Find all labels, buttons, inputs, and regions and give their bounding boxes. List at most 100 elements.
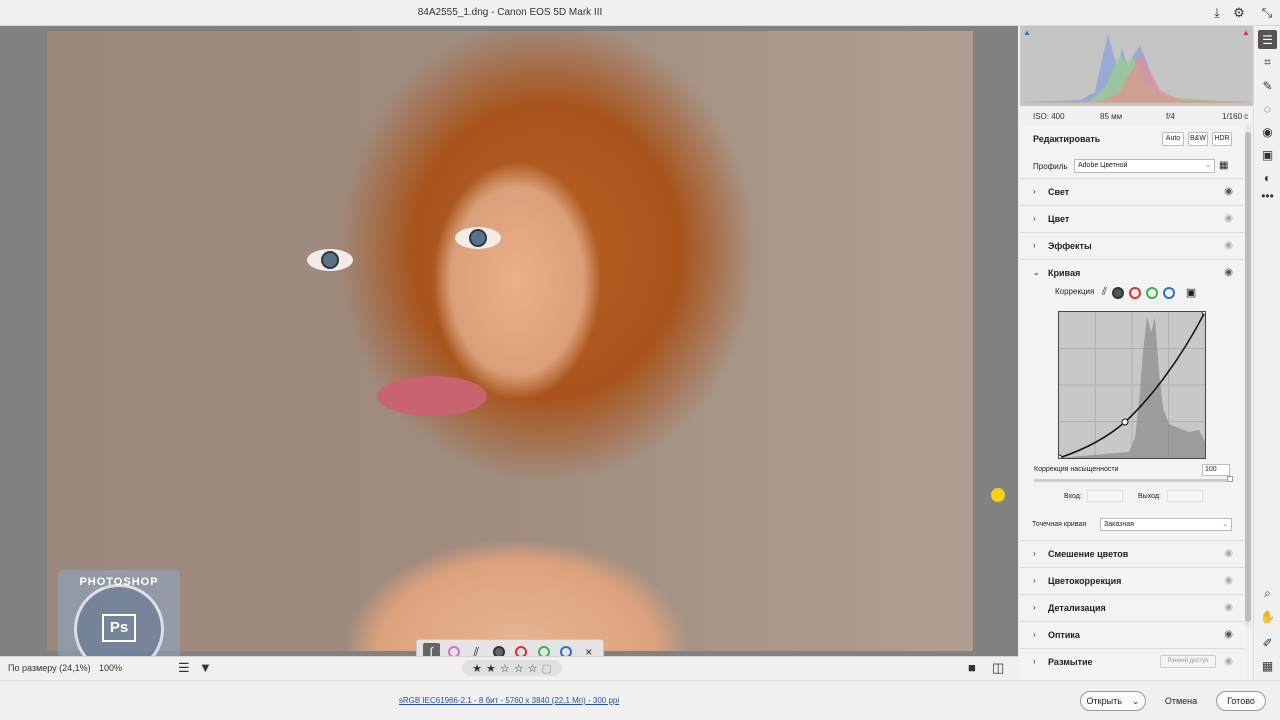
eye-icon[interactable]: ◉ (1224, 213, 1233, 224)
hdr-button[interactable]: HDR (1212, 132, 1232, 146)
section-color-grading[interactable]: › Цветокоррекция ◉ (1020, 567, 1245, 593)
snapshots-icon[interactable]: ▣ (1258, 145, 1277, 164)
eye-icon[interactable]: ◉ (1224, 656, 1233, 667)
section-light[interactable]: › Свет ◉ (1020, 178, 1245, 204)
section-detail[interactable]: › Детализация ◉ (1020, 594, 1245, 620)
chevron-right-icon: › (1033, 549, 1036, 558)
canvas-bottom-bar: По размеру (24,1%) 100% ☰ ▼ ★ ★ ☆ ☆ ☆ ▢ … (0, 656, 1018, 680)
star-rating[interactable]: ★ ★ ☆ ☆ ☆ ▢ (462, 660, 562, 676)
shadow-clipping-icon[interactable]: ▲ (1023, 28, 1031, 37)
filter-icon[interactable]: ▼ (199, 660, 212, 675)
blue-channel-icon[interactable] (1162, 286, 1175, 299)
star-icon[interactable]: ★ (486, 662, 496, 675)
profile-label: Профиль (1033, 162, 1068, 171)
healing-brush-icon[interactable]: ✎ (1258, 76, 1277, 95)
sort-icon[interactable]: ☰ (178, 660, 190, 676)
eye-icon[interactable]: ◉ (1224, 548, 1233, 559)
section-optics[interactable]: › Оптика ◉ (1020, 621, 1245, 647)
output-field[interactable] (1167, 490, 1203, 502)
point-curve-select[interactable]: Заказная ⌄ (1100, 518, 1232, 531)
edit-header: Редактировать Auto B&W HDR (1020, 126, 1245, 152)
cancel-button[interactable]: Отмена (1156, 691, 1206, 711)
curve-point[interactable] (1121, 418, 1129, 426)
more-icon[interactable]: ••• (1258, 186, 1277, 205)
zoom-fit-label[interactable]: По размеру (24,1%) (8, 663, 91, 673)
chevron-down-icon: ⌄ (1033, 268, 1040, 277)
window-title: 84A2555_1.dng - Canon EOS 5D Mark III (417, 7, 603, 18)
star-icon[interactable]: ☆ (528, 662, 538, 675)
presets-icon[interactable]: ◐ (1258, 168, 1277, 187)
lips (377, 376, 487, 416)
input-field[interactable] (1087, 490, 1123, 502)
hand-icon[interactable]: ✋ (1258, 607, 1277, 626)
chevron-right-icon: › (1033, 657, 1036, 666)
red-eye-icon[interactable]: ◉ (1258, 122, 1277, 141)
image-info-link[interactable]: sRGB IEC61966-2.1 - 8 бит - 5760 x 3840 … (0, 696, 1018, 705)
star-icon[interactable]: ★ (472, 662, 482, 675)
curve-panel: Коррекция ⫽ ▣ Коррекция насыщенности 100… (1020, 277, 1245, 539)
tone-curve-svg[interactable] (1055, 308, 1209, 462)
eye-icon[interactable]: ◉ (1224, 240, 1233, 251)
open-button[interactable]: Открыть ⌄ (1080, 691, 1146, 711)
minimize-view-icon[interactable]: ⤡ (1258, 4, 1276, 22)
single-view-icon[interactable]: ■ (968, 660, 976, 675)
red-channel-icon[interactable] (1128, 286, 1141, 299)
section-effects[interactable]: › Эффекты ◉ (1020, 232, 1245, 258)
tool-rail: ☰ ⌗ ✎ ◌ ◉ ▣ ◐ ••• ⌕ ✋ ✐ ▦ (1253, 26, 1280, 680)
eye-icon[interactable]: ◉ (1224, 575, 1233, 586)
status-bar: sRGB IEC61966-2.1 - 8 бит - 5760 x 3840 … (0, 680, 1280, 720)
eye-icon[interactable]: ◉ (1224, 186, 1233, 197)
zoom-level[interactable]: По размеру (24,1%) 100% (8, 663, 122, 673)
saturation-slider-handle[interactable] (1227, 476, 1233, 482)
trash-icon[interactable]: ▢ (541, 662, 551, 675)
camera-info: ISO: 400 85 мм f/4 1/160 с (1020, 108, 1253, 124)
chevron-right-icon: › (1033, 187, 1036, 196)
saturation-input[interactable]: 100 (1202, 464, 1230, 476)
edit-title: Редактировать (1033, 134, 1101, 144)
saturation-slider[interactable] (1034, 479, 1230, 482)
edit-sliders-icon[interactable]: ☰ (1258, 30, 1277, 49)
zoom-100-label[interactable]: 100% (99, 663, 122, 673)
compare-view-icon[interactable]: ◫ (992, 660, 1004, 676)
tone-curve-graph[interactable] (1055, 308, 1209, 462)
focal-length-value: 85 мм (1100, 112, 1123, 121)
highlight-clipping-icon[interactable]: ▲ (1242, 28, 1250, 37)
bw-button[interactable]: B&W (1188, 132, 1208, 146)
parametric-curve-icon[interactable]: ⫽ (1102, 286, 1107, 299)
target-adjust-icon[interactable]: ▣ (1186, 286, 1196, 299)
auto-button[interactable]: Auto (1162, 132, 1184, 146)
section-color-mixer[interactable]: › Смешение цветов ◉ (1020, 540, 1245, 566)
aperture-value: f/4 (1166, 112, 1175, 121)
curve-channel-selector: ⫽ ▣ (1102, 286, 1196, 299)
chevron-right-icon: › (1033, 630, 1036, 639)
crop-icon[interactable]: ⌗ (1258, 53, 1277, 72)
chevron-right-icon: › (1033, 241, 1036, 250)
input-label: Вход: (1064, 493, 1082, 500)
grid-overlay-icon[interactable]: ▦ (1258, 656, 1277, 675)
green-channel-icon[interactable] (1145, 286, 1158, 299)
curve-point[interactable] (1201, 308, 1209, 316)
panel-scrollbar-thumb[interactable] (1245, 132, 1251, 622)
gear-icon[interactable]: ⚙ (1230, 4, 1248, 22)
masking-icon[interactable]: ◌ (1258, 99, 1277, 118)
white-point-icon[interactable] (1111, 286, 1124, 299)
zoom-icon[interactable]: ⌕ (1258, 584, 1277, 603)
output-label: Выход: (1138, 493, 1161, 500)
section-color[interactable]: › Цвет ◉ (1020, 205, 1245, 231)
save-icon[interactable]: ⤓ (1208, 4, 1226, 22)
done-button[interactable]: Готово (1216, 691, 1266, 711)
profile-select[interactable]: Adobe Цветной ⌄ (1074, 159, 1215, 173)
point-curve-label: Точечная кривая (1032, 521, 1087, 528)
right-eye (455, 227, 501, 249)
color-sampler-icon[interactable]: ✐ (1258, 633, 1277, 652)
title-bar: 84A2555_1.dng - Canon EOS 5D Mark III ⤓ … (0, 0, 1280, 26)
chevron-right-icon: › (1033, 576, 1036, 585)
eye-icon[interactable]: ◉ (1224, 602, 1233, 613)
star-icon[interactable]: ☆ (500, 662, 510, 675)
star-icon[interactable]: ☆ (514, 662, 524, 675)
eye-icon[interactable]: ◉ (1224, 629, 1233, 640)
section-blur[interactable]: › Размытие Ранний доступ ◉ (1020, 648, 1245, 674)
profile-browser-icon[interactable]: ▦ (1219, 160, 1228, 171)
curve-point[interactable] (1055, 454, 1063, 462)
image-canvas[interactable]: ∫ ⫽ × (0, 26, 1018, 665)
